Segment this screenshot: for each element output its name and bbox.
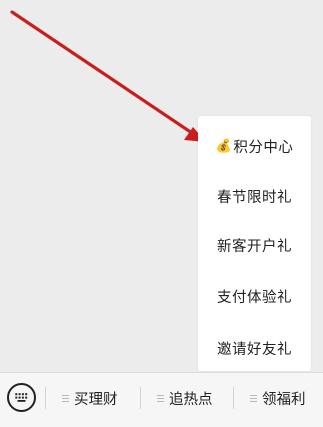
- keyboard-toggle-button[interactable]: [7, 383, 36, 412]
- menu-item-label: 新客开户礼: [217, 238, 292, 255]
- menu-icon: [250, 393, 257, 404]
- tab-hot-topics[interactable]: 追热点: [157, 386, 213, 410]
- menu-icon: [62, 393, 69, 404]
- tab-label: 买理财: [74, 391, 118, 408]
- tab-buy-wealth[interactable]: 买理财: [62, 386, 118, 410]
- menu-item-label: 支付体验礼: [217, 289, 292, 306]
- chat-screen: 💰 积分中心 春节限时礼 新客开户礼 支付体验礼 邀请好友礼 买理财 追热点 领…: [0, 0, 323, 427]
- keyboard-icon: [15, 393, 28, 402]
- divider: [45, 387, 46, 409]
- menu-item-spring-festival-gift[interactable]: 春节限时礼: [198, 182, 311, 210]
- bottom-menu-bar: 买理财 追热点 领福利: [0, 372, 323, 427]
- tab-get-benefits[interactable]: 领福利: [250, 386, 306, 410]
- tab-label: 领福利: [262, 391, 306, 408]
- menu-item-points-center[interactable]: 💰 积分中心: [198, 132, 311, 160]
- menu-item-invite-friends-gift[interactable]: 邀请好友礼: [198, 334, 311, 362]
- menu-item-payment-experience-gift[interactable]: 支付体验礼: [198, 282, 311, 310]
- divider: [233, 387, 234, 409]
- tab-label: 追热点: [169, 391, 213, 408]
- menu-item-label: 春节限时礼: [217, 189, 292, 206]
- divider: [140, 387, 141, 409]
- menu-item-new-customer-gift[interactable]: 新客开户礼: [198, 231, 311, 259]
- money-bag-icon: 💰: [215, 138, 233, 154]
- menu-item-label: 邀请好友礼: [217, 341, 292, 358]
- menu-item-label: 积分中心: [233, 139, 294, 156]
- menu-icon: [157, 393, 164, 404]
- popup-menu: 💰 积分中心 春节限时礼 新客开户礼 支付体验礼 邀请好友礼: [198, 116, 311, 371]
